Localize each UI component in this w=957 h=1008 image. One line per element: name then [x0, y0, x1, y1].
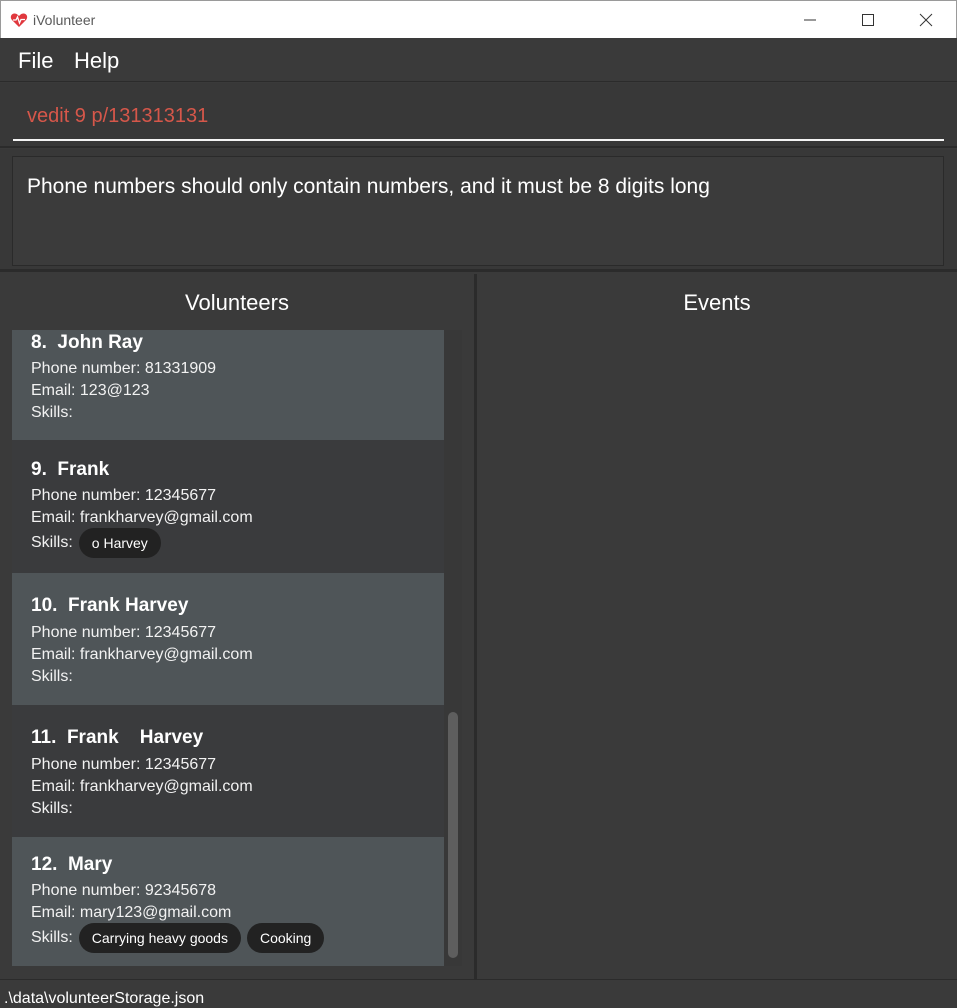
skills-label: Skills:: [31, 534, 73, 551]
email-line: Email: frankharvey@gmail.com: [31, 646, 253, 664]
volunteer-name: 12. Mary: [31, 854, 112, 876]
phone-line: Phone number: 12345677: [31, 487, 216, 505]
email-line: Email: frankharvey@gmail.com: [31, 509, 253, 527]
volunteer-name: 10. Frank Harvey: [31, 595, 188, 617]
result-box[interactable]: Phone numbers should only contain number…: [12, 156, 944, 266]
phone-line: Phone number: 92345678: [31, 882, 216, 900]
email-line: Email: frankharvey@gmail.com: [31, 778, 253, 796]
title-bar: iVolunteer: [0, 0, 957, 38]
phone-value: 92345678: [144, 882, 217, 899]
skills-row: Skills:: [31, 404, 73, 422]
volunteer-index: 11.: [31, 727, 57, 748]
email-value: 123@123: [79, 382, 150, 399]
volunteer-name: 8. John Ray: [31, 332, 143, 354]
volunteer-name-text: Frank Harvey: [67, 595, 189, 616]
email-label: Email:: [31, 382, 76, 399]
skill-tag: Cooking: [246, 923, 325, 953]
email-value: frankharvey@gmail.com: [79, 778, 253, 795]
phone-label: Phone number:: [31, 882, 141, 899]
skills-row: Skills: o Harvey: [31, 528, 161, 558]
skill-tag: Carrying heavy goods: [78, 923, 241, 953]
volunteer-index: 12.: [31, 854, 58, 875]
email-line: Email: mary123@gmail.com: [31, 904, 231, 922]
command-input[interactable]: [13, 93, 944, 141]
volunteer-index: 8.: [31, 332, 47, 353]
volunteers-panel: Volunteers 8. John Ray Phone number: 813…: [0, 274, 477, 979]
volunteer-card[interactable]: 8. John Ray Phone number: 81331909 Email…: [12, 330, 444, 440]
volunteer-card[interactable]: 11. Frank Harvey Phone number: 12345677 …: [12, 705, 444, 837]
minimize-icon: [804, 19, 816, 21]
result-display: Phone numbers should only contain number…: [0, 149, 957, 272]
status-bar: .\data\volunteerStorage.json: [0, 979, 957, 1007]
skill-tag: o Harvey: [78, 528, 161, 558]
skills-label: Skills:: [31, 668, 73, 685]
email-label: Email:: [31, 904, 76, 921]
close-icon: [919, 13, 933, 27]
events-panel: Events: [477, 274, 957, 979]
result-message: Phone numbers should only contain number…: [27, 175, 710, 198]
phone-line: Phone number: 81331909: [31, 360, 216, 378]
volunteer-name: 9. Frank: [31, 459, 109, 481]
volunteer-name-text: Frank: [57, 459, 110, 480]
phone-label: Phone number:: [31, 756, 141, 773]
maximize-button[interactable]: [839, 1, 897, 39]
email-line: Email: 123@123: [31, 382, 150, 400]
phone-label: Phone number:: [31, 487, 141, 504]
heart-icon: [10, 11, 28, 29]
volunteer-name-text: Frank Harvey: [66, 727, 204, 748]
skills-row: Skills:: [31, 668, 73, 686]
email-label: Email:: [31, 778, 76, 795]
phone-value: 12345677: [144, 487, 217, 504]
menu-help[interactable]: Help: [74, 48, 119, 74]
volunteer-card[interactable]: 9. Frank Phone number: 12345677 Email: f…: [12, 440, 444, 573]
skills-row: Skills: Carrying heavy goods Cooking: [31, 923, 325, 953]
skills-label: Skills:: [31, 929, 73, 946]
phone-label: Phone number:: [31, 360, 141, 377]
phone-value: 12345677: [144, 624, 217, 641]
skills-row: Skills:: [31, 800, 73, 818]
menu-file[interactable]: File: [18, 48, 53, 74]
email-label: Email:: [31, 646, 76, 663]
maximize-icon: [862, 14, 874, 26]
close-button[interactable]: [897, 1, 955, 39]
volunteers-title: Volunteers: [185, 290, 289, 315]
phone-line: Phone number: 12345677: [31, 624, 216, 642]
minimize-button[interactable]: [781, 1, 839, 39]
phone-value: 81331909: [144, 360, 217, 377]
volunteer-name: 11. Frank Harvey: [31, 727, 203, 749]
volunteer-name-text: John Ray: [57, 332, 143, 353]
events-title: Events: [683, 290, 751, 315]
email-label: Email:: [31, 509, 76, 526]
skills-label: Skills:: [31, 404, 73, 421]
phone-label: Phone number:: [31, 624, 141, 641]
email-value: mary123@gmail.com: [79, 904, 232, 921]
skills-label: Skills:: [31, 800, 73, 817]
email-value: frankharvey@gmail.com: [79, 509, 253, 526]
volunteer-index: 9.: [31, 459, 47, 480]
volunteer-index: 10.: [31, 595, 58, 616]
volunteer-list[interactable]: 8. John Ray Phone number: 81331909 Email…: [12, 330, 462, 966]
phone-value: 12345677: [144, 756, 217, 773]
phone-line: Phone number: 12345677: [31, 756, 216, 774]
volunteer-card[interactable]: 10. Frank Harvey Phone number: 12345677 …: [12, 573, 444, 705]
command-box: [0, 83, 957, 148]
content-panes: Volunteers 8. John Ray Phone number: 813…: [0, 274, 957, 979]
volunteer-name-text: Mary: [67, 854, 113, 875]
storage-path: .\data\volunteerStorage.json: [4, 990, 205, 1007]
volunteer-list-scrollbar[interactable]: [448, 712, 458, 958]
window-title: iVolunteer: [33, 12, 96, 28]
volunteer-card[interactable]: 12. Mary Phone number: 92345678 Email: m…: [12, 837, 444, 966]
email-value: frankharvey@gmail.com: [79, 646, 253, 663]
menu-bar: File Help: [0, 38, 957, 82]
